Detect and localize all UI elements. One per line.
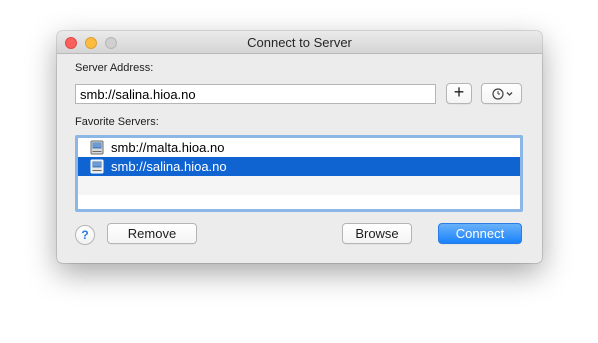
favorite-servers-label: Favorite Servers: [75,116,159,128]
list-empty-row [78,176,520,195]
connect-button[interactable]: Connect [438,223,522,244]
server-address-input[interactable]: smb://salina.hioa.no [75,84,436,104]
server-address-label: Server Address: [75,62,154,74]
add-favorite-button[interactable]: + [446,83,472,104]
browse-button[interactable]: Browse [342,223,412,244]
server-icon [90,140,104,155]
chevron-down-icon [506,92,513,96]
favorite-servers-list[interactable]: smb://malta.hioa.no smb://salina.hioa.no [75,135,523,212]
list-item-label: smb://malta.hioa.no [111,140,225,155]
list-item-label: smb://salina.hioa.no [111,159,227,174]
recent-servers-button[interactable] [481,83,522,104]
remove-button[interactable]: Remove [107,223,197,244]
server-icon [90,159,104,174]
list-item-selected[interactable]: smb://salina.hioa.no [78,157,520,176]
title-bar[interactable]: Connect to Server [57,31,542,54]
help-button[interactable]: ? [75,225,95,245]
plus-icon: + [453,82,465,102]
connect-to-server-window: Connect to Server Server Address: smb://… [57,31,542,263]
list-item[interactable]: smb://malta.hioa.no [78,138,520,157]
window-title: Connect to Server [247,35,352,50]
